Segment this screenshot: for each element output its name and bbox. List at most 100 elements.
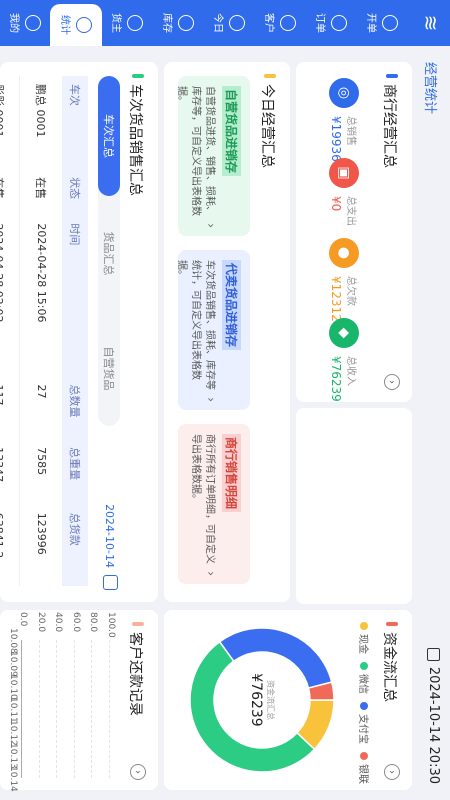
table-cell: 123996	[20, 504, 62, 586]
nav-item-1[interactable]: 订单	[305, 0, 357, 46]
tile-1[interactable]: 代卖货品进销存 车次货品销售、损耗、库存等统计，可自定义导出表格数据。 ›	[176, 250, 250, 410]
title-bar-accent	[132, 622, 144, 626]
table-row[interactable]: 鹏总 0001 在售 2024-04-28 15:06 27 7585 123996	[20, 76, 62, 586]
list-icon	[331, 15, 348, 31]
calendar-icon[interactable]	[103, 575, 118, 590]
date-picker[interactable]: 2024-10-14 20:30	[426, 647, 441, 784]
metric-icon: ▣	[329, 158, 360, 188]
trips-card: 车次货品销售汇总 车次汇总 货品汇总 自营货品 2024-10-14 车次 状态时…	[0, 62, 158, 602]
nav-item-5[interactable]: 货主	[101, 0, 153, 46]
metric-icon: ◆	[329, 318, 360, 348]
summary-more-icon[interactable]: ›	[384, 374, 400, 390]
metric-value: ¥0	[329, 196, 343, 212]
grid-line	[21, 640, 22, 778]
repay-more-icon[interactable]: ›	[130, 764, 146, 780]
table-cell: 在售	[0, 169, 20, 216]
legend-label: 微信	[357, 674, 368, 694]
repay-chart: 100.0 80.0 60.0 40.0 20.0 0.0 10.08 10.09 10.10 1…	[0, 610, 118, 792]
table-cell: 在售	[20, 169, 62, 216]
trips-table: 车次 状态 时间 总数量 总重量 总货款 鹏总 0001 在售 2024-04-28 15:0…	[0, 76, 88, 586]
column-header: 时间	[62, 215, 88, 377]
tile-title: 商行销售明细	[222, 434, 241, 513]
y-tick-label: 40.0	[53, 612, 64, 633]
grid-line	[38, 640, 40, 778]
legend-item: 现金	[357, 622, 372, 654]
grid-line	[73, 640, 75, 778]
today-card: 今日经营汇总 自营货品进销存 自营货品进货、销售、损耗、库存等，可自定义导出表格数…	[164, 62, 290, 602]
table-cell: 63841.2	[0, 504, 20, 586]
trips-tabs: 车次汇总 货品汇总 自营货品	[98, 76, 120, 426]
stats-icon	[76, 17, 93, 33]
y-tick-label: 0.0	[18, 612, 28, 627]
nav-item-label: 客户	[263, 13, 275, 33]
today-title: 今日经营汇总	[259, 84, 275, 168]
nav-item-4[interactable]: 库存	[152, 0, 204, 46]
tile-desc: 商行所有订单明细，可自定义导出表格数据。	[190, 434, 215, 564]
nav-item-6[interactable]: 统计	[50, 4, 102, 46]
summary-card: 商行经营汇总 ◎ 总销售 ¥199367 ▣ 总支出 ¥0 ● 总欠款 ¥123126 ◆ 总收入 ¥…	[296, 62, 412, 402]
x-tick-label: 10.08	[8, 628, 18, 654]
nav-item-3[interactable]: 今日	[203, 0, 255, 46]
y-tick-label: 100.0	[106, 612, 116, 638]
legend-dot	[360, 622, 369, 630]
nav-item-label: 订单	[314, 13, 326, 33]
app-frame: ≋ 开单 订单 客户 今日 库存 货主 统计 我的 经营统计 2024-10-14 20:30…	[0, 0, 450, 800]
table-cell: 13347	[0, 439, 20, 505]
metric-3: ◆ 总收入 ¥76239	[329, 318, 360, 402]
cashflow-card: 资金流汇总 › 现金 微信 支付宝 银联 资金流汇总 ¥76239	[164, 610, 412, 790]
metric-label: 总支出	[345, 196, 356, 226]
table-row[interactable]: 彤彤 0001 在售 2024-04-28 02:02 117 13347 63841.2	[0, 76, 20, 586]
legend-label: 银联	[357, 764, 368, 784]
tab-self-goods[interactable]: 自营货品	[98, 311, 120, 426]
table-cell: 鹏总 0001	[20, 76, 62, 170]
legend-label: 支付宝	[357, 714, 368, 744]
tile-title: 代卖货品进销存	[222, 260, 241, 351]
side-nav: ≋ 开单 订单 客户 今日 库存 货主 统计 我的	[0, 0, 450, 46]
nav-item-2[interactable]: 客户	[254, 0, 306, 46]
metric-2: ● 总欠款 ¥123126	[329, 238, 360, 329]
metric-1: ▣ 总支出 ¥0	[329, 158, 360, 226]
cashflow-more-icon[interactable]: ›	[384, 764, 400, 780]
trips-date[interactable]: 2024-10-14	[103, 504, 116, 568]
column-header: 车次	[62, 76, 88, 170]
tile-desc: 自营货品进货、销售、损耗、库存等，可自定义导出表格数据。	[176, 86, 215, 216]
nav-item-label: 今日	[212, 13, 224, 33]
tile-desc: 车次货品销售、损耗、库存等统计，可自定义导出表格数据。	[176, 260, 215, 390]
metric-icon: ◎	[329, 78, 360, 108]
table-cell: 7585	[20, 439, 62, 505]
column-header: 总数量	[62, 376, 88, 440]
order-icon	[382, 15, 399, 31]
legend-dot	[360, 662, 369, 670]
column-header: 状态	[62, 169, 88, 216]
x-tick-label: 10.11	[8, 697, 18, 723]
chevron-right-icon: ›	[204, 223, 218, 228]
owner-icon	[127, 15, 144, 31]
tile-2[interactable]: 商行销售明细 商行所有订单明细，可自定义导出表格数据。 ›	[178, 424, 250, 584]
legend-dot	[360, 752, 369, 760]
stock-icon	[178, 15, 195, 31]
title-bar-accent	[386, 622, 398, 626]
table-cell: 117	[0, 376, 20, 440]
x-tick-label: 10.14	[8, 766, 18, 792]
calendar-icon	[427, 647, 440, 661]
tile-0[interactable]: 自营货品进销存 自营货品进货、销售、损耗、库存等，可自定义导出表格数据。 ›	[176, 76, 250, 236]
current-datetime: 2024-10-14 20:30	[426, 666, 441, 784]
nav-item-label: 开单	[365, 13, 377, 33]
y-tick-label: 80.0	[88, 612, 99, 633]
chevron-right-icon: ›	[204, 397, 218, 402]
nav-item-7[interactable]: 我的	[0, 0, 51, 46]
legend-item: 支付宝	[357, 702, 372, 744]
tab-trip-summary[interactable]: 车次汇总	[98, 76, 120, 196]
rotated-screen: ≋ 开单 订单 客户 今日 库存 货主 统计 我的 经营统计 2024-10-14 20:30…	[0, 0, 450, 800]
metric-icon: ●	[329, 238, 360, 268]
nav-item-0[interactable]: 开单	[356, 0, 408, 46]
repay-card: 客户还款记录 › 100.0 80.0 60.0 40.0 20.0 0.0 10.08 10…	[0, 610, 158, 792]
tab-goods-summary[interactable]: 货品汇总	[98, 196, 120, 311]
repay-title: 客户还款记录	[127, 632, 143, 716]
nav-item-label: 我的	[8, 13, 20, 33]
nav-item-label: 货主	[110, 13, 122, 33]
top-bar: 经营统计 2024-10-14 20:30	[414, 46, 450, 800]
grid-line	[56, 640, 58, 778]
x-tick-label: 10.13	[8, 743, 18, 769]
grid-line	[91, 640, 93, 778]
